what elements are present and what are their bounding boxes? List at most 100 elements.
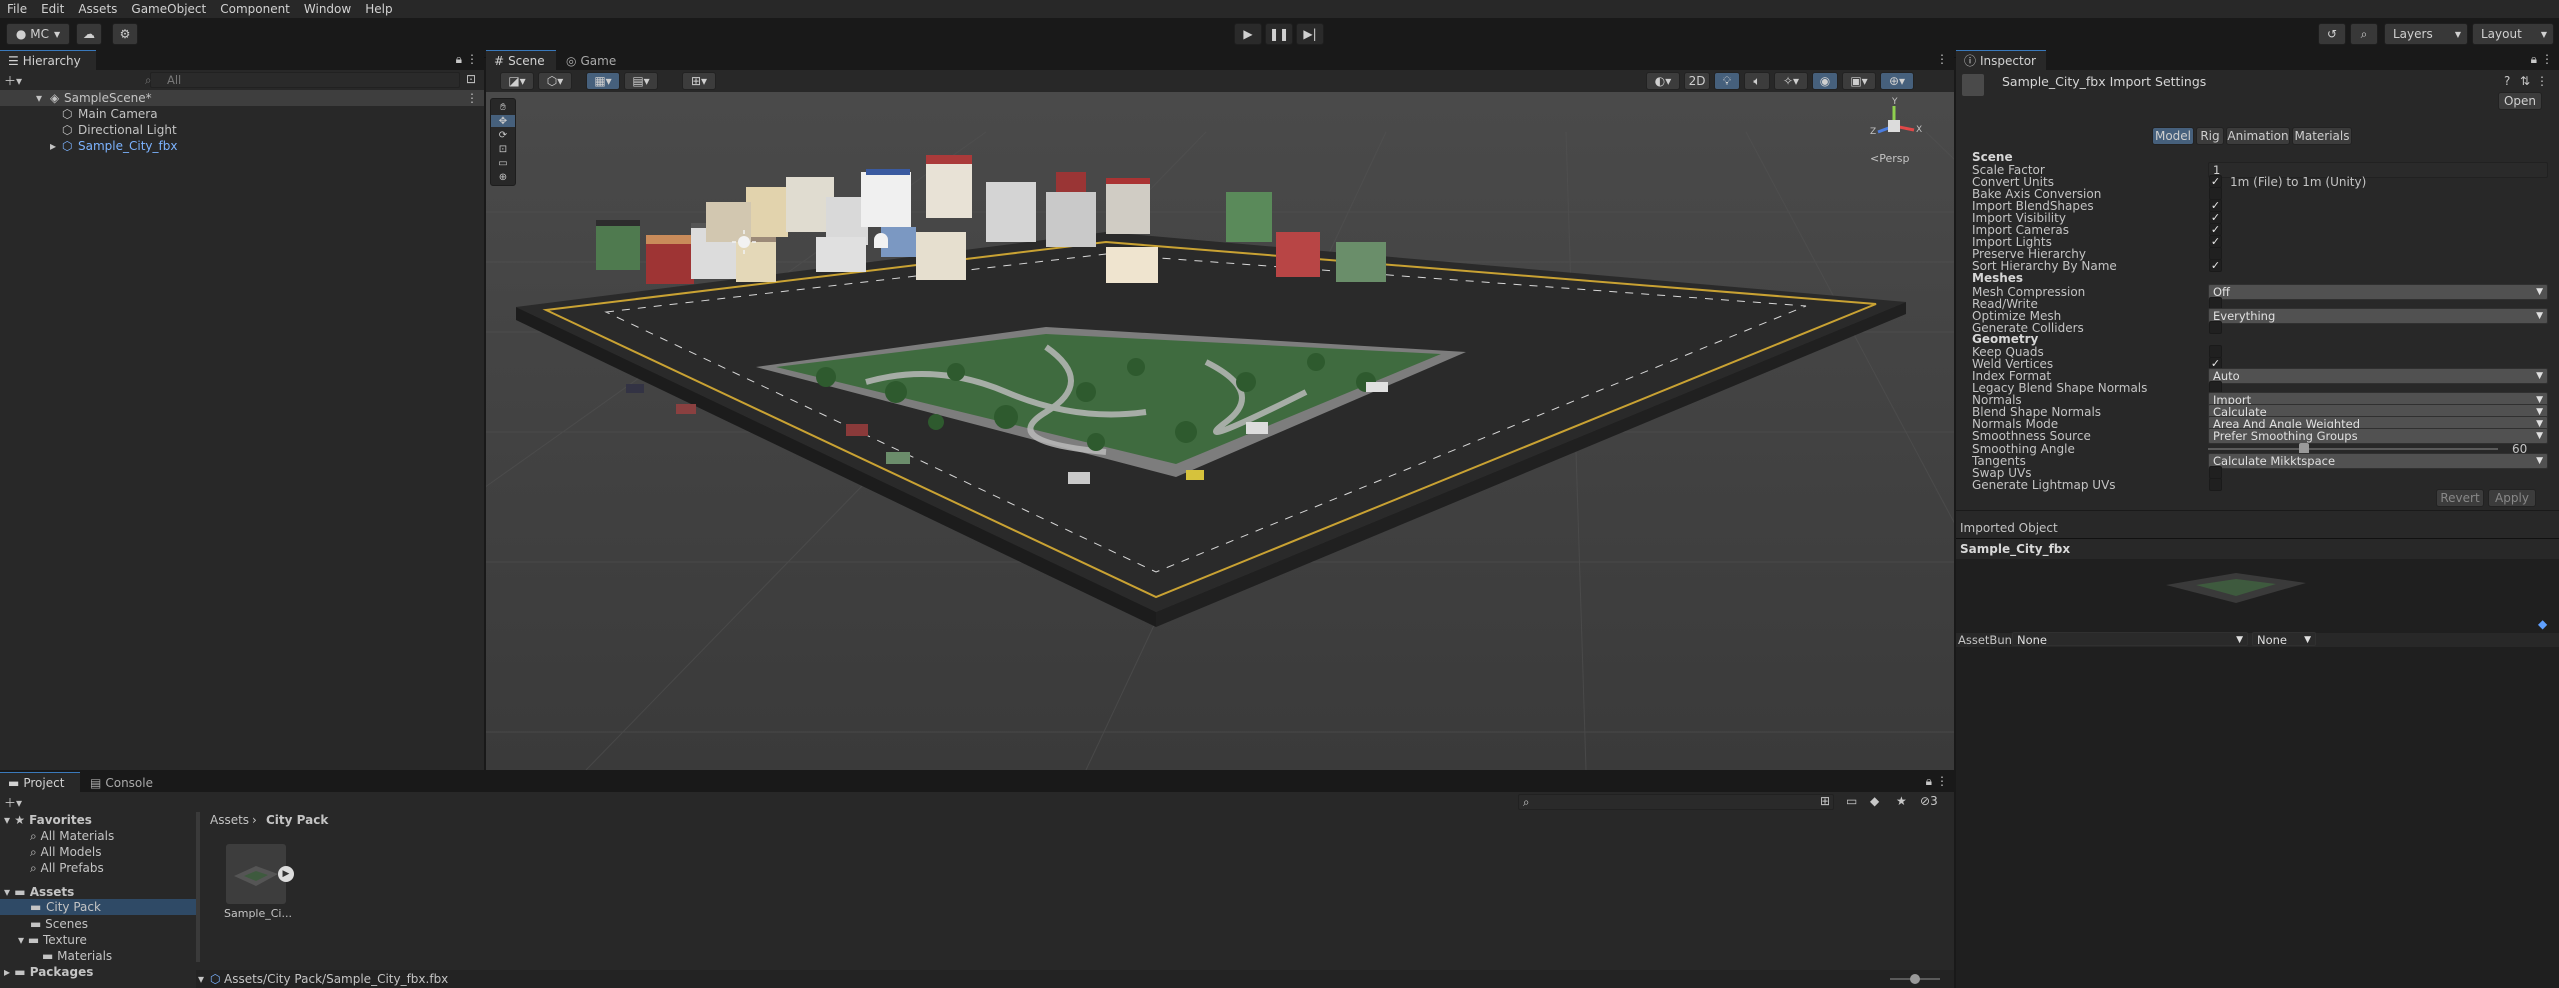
menu-assets[interactable]: Assets [71,0,124,18]
orientation-dropdown[interactable]: ◐▾ [1646,72,1680,90]
create-button[interactable]: ＋▾ [4,72,22,89]
cloud-button[interactable]: ☁ [76,23,102,45]
tree-scrollbar[interactable] [196,812,200,962]
breadcrumb-item[interactable]: Assets [210,812,249,828]
tree-item-scenes[interactable]: ▬ Scenes [30,916,88,932]
more-icon[interactable]: ⋮ [1936,774,1948,788]
transform-tool-icon[interactable]: ⊕ [491,171,515,183]
tangents-dropdown[interactable]: Calculate Mikktspace ▼ [2208,453,2548,469]
subtab-rig[interactable]: Rig [2196,127,2224,145]
step-button[interactable]: ▶| [1296,23,1324,45]
breadcrumb-item[interactable]: City Pack [266,812,328,828]
scene-viewport[interactable]: ✋︎ ✥ ⟳ ⊡ ▭ ⊕ Y X Z <Persp [486,92,1954,770]
tab-console[interactable]: ▤ Console [82,772,160,792]
tree-item-city-pack[interactable]: ▬ City Pack [0,899,198,915]
hand-tool-icon[interactable]: ✋︎ [491,101,515,113]
menu-help[interactable]: Help [358,0,399,18]
menu-component[interactable]: Component [213,0,297,18]
snap-increment-dropdown[interactable]: ▤▾ [624,72,658,90]
favorite-item[interactable]: ⌕ All Models [30,844,102,860]
more-icon[interactable]: ⋮ [2536,74,2548,88]
effects-dropdown[interactable]: ✧▾ [1774,72,1808,90]
assets-header[interactable]: ▾ ▬ Assets [4,884,74,900]
move-tool-icon[interactable]: ✥ [491,115,515,127]
orientation-gizmo[interactable]: Y X Z [1866,97,1922,150]
hierarchy-search-input[interactable]: ⌕ All [145,72,460,88]
star-icon[interactable]: ★ [1896,794,1907,808]
more-icon[interactable]: ⋮ [1936,52,1948,66]
lock-icon[interactable]: 🔒︎ [2531,52,2537,67]
account-button[interactable]: ● MC ▼ [6,23,70,45]
layout-dropdown[interactable]: Layout ▼ [2472,23,2554,45]
assetbundle-variant-dropdown[interactable]: None ▼ [2252,632,2316,647]
smoothing-angle-slider[interactable] [2208,443,2498,455]
tab-inspector[interactable]: ⓘ Inspector [1956,50,2046,70]
hierarchy-item[interactable]: ⬡ Directional Light [0,122,484,138]
mesh-compression-dropdown[interactable]: Off ▼ [2208,284,2548,300]
hidden-packages-toggle[interactable]: ⊘ 3 [1920,794,1938,808]
play-circle-icon[interactable]: ▶ [278,866,294,882]
lock-icon[interactable]: 🔒︎ [1926,774,1932,789]
smoothness-source-dropdown[interactable]: Prefer Smoothing Groups ▼ [2208,428,2548,444]
camera-dropdown[interactable]: ▣▾ [1842,72,1876,90]
gizmos-dropdown[interactable]: ⊕▾ [1880,72,1914,90]
camera-gizmo-icon[interactable] [874,233,888,248]
assetbundle-dropdown[interactable]: None ▼ [2012,632,2248,647]
settings-icon[interactable]: ⇅ [2520,74,2530,88]
filter-icon[interactable]: ▭ [1846,794,1857,808]
grid-snap-dropdown[interactable]: ▦▾ [586,72,620,90]
packages-header[interactable]: ▸ ▬ Packages [4,964,93,980]
draw-mode-dropdown[interactable]: ◪▾ [500,72,534,90]
tab-project[interactable]: ▬ Project [0,772,80,792]
menu-edit[interactable]: Edit [34,0,71,18]
menu-window[interactable]: Window [297,0,358,18]
model-preview[interactable] [2156,569,2316,609]
render-mode-dropdown[interactable]: ⬡▾ [538,72,572,90]
tab-game[interactable]: ◎ Game [558,50,622,70]
subtab-materials[interactable]: Materials [2292,127,2352,145]
more-icon[interactable]: ⋮ [466,52,478,66]
toggle-2d-button[interactable]: 2D [1684,72,1710,90]
pause-button[interactable]: ❚❚ [1265,23,1293,45]
sort-hierarchy-checkbox[interactable]: ✓ [2209,259,2222,272]
hierarchy-item[interactable]: ▸ ⬡ Sample_City_fbx [0,138,484,154]
subtab-model[interactable]: Model [2152,127,2194,145]
create-button[interactable]: ＋▾ [4,794,22,811]
lock-icon[interactable]: 🔒︎ [456,52,462,67]
apply-button[interactable]: Apply [2488,489,2536,507]
optimize-mesh-dropdown[interactable]: Everything ▼ [2208,308,2548,324]
scene-render[interactable] [486,92,1954,770]
collab-button[interactable]: ⚙ [112,23,138,45]
tree-item-materials[interactable]: ▬ Materials [42,948,112,964]
generate-lightmap-checkbox[interactable] [2209,478,2222,491]
tag-icon[interactable]: ◆ [2538,617,2547,631]
open-button[interactable]: Open [2498,92,2542,110]
favorites-header[interactable]: ▾ ★ Favorites [4,812,92,828]
audio-toggle[interactable]: 🔈︎ [1744,72,1770,90]
persp-toggle[interactable]: <Persp [1870,152,1909,165]
subtab-animation[interactable]: Animation [2226,127,2290,145]
help-icon[interactable]: ? [2504,74,2510,88]
menu-gameobject[interactable]: GameObject [124,0,213,18]
rect-tool-icon[interactable]: ▭ [491,157,515,169]
play-button[interactable]: ▶ [1234,23,1262,45]
more-icon[interactable]: ⋮ [2541,52,2553,66]
generate-colliders-checkbox[interactable] [2209,321,2222,334]
search-by-type-icon[interactable]: ⊞ [1820,794,1830,808]
scene-row[interactable]: ▾ ◈ SampleScene* ⋮ [0,90,484,106]
layers-dropdown[interactable]: Layers ▼ [2384,23,2468,45]
increment-snap-dropdown[interactable]: ⊞▾ [682,72,716,90]
preview-header[interactable]: Sample_City_fbx [1956,539,2559,559]
scale-tool-icon[interactable]: ⊡ [491,143,515,155]
index-format-dropdown[interactable]: Auto ▼ [2208,368,2548,384]
rotate-tool-icon[interactable]: ⟳ [491,129,515,141]
tab-scene[interactable]: # Scene [486,50,556,70]
scene-visibility-icon[interactable]: ⊡ [466,72,476,86]
asset-item[interactable]: ▶ Sample_Ci... [224,844,294,924]
menu-file[interactable]: File [0,0,34,18]
search-button[interactable]: ⌕ [2350,23,2378,45]
tab-hierarchy[interactable]: ☰ Hierarchy [0,50,96,70]
lighting-toggle[interactable]: 💡︎ [1714,72,1740,90]
favorite-item[interactable]: ⌕ All Materials [30,828,114,844]
hierarchy-item[interactable]: ⬡ Main Camera [0,106,484,122]
